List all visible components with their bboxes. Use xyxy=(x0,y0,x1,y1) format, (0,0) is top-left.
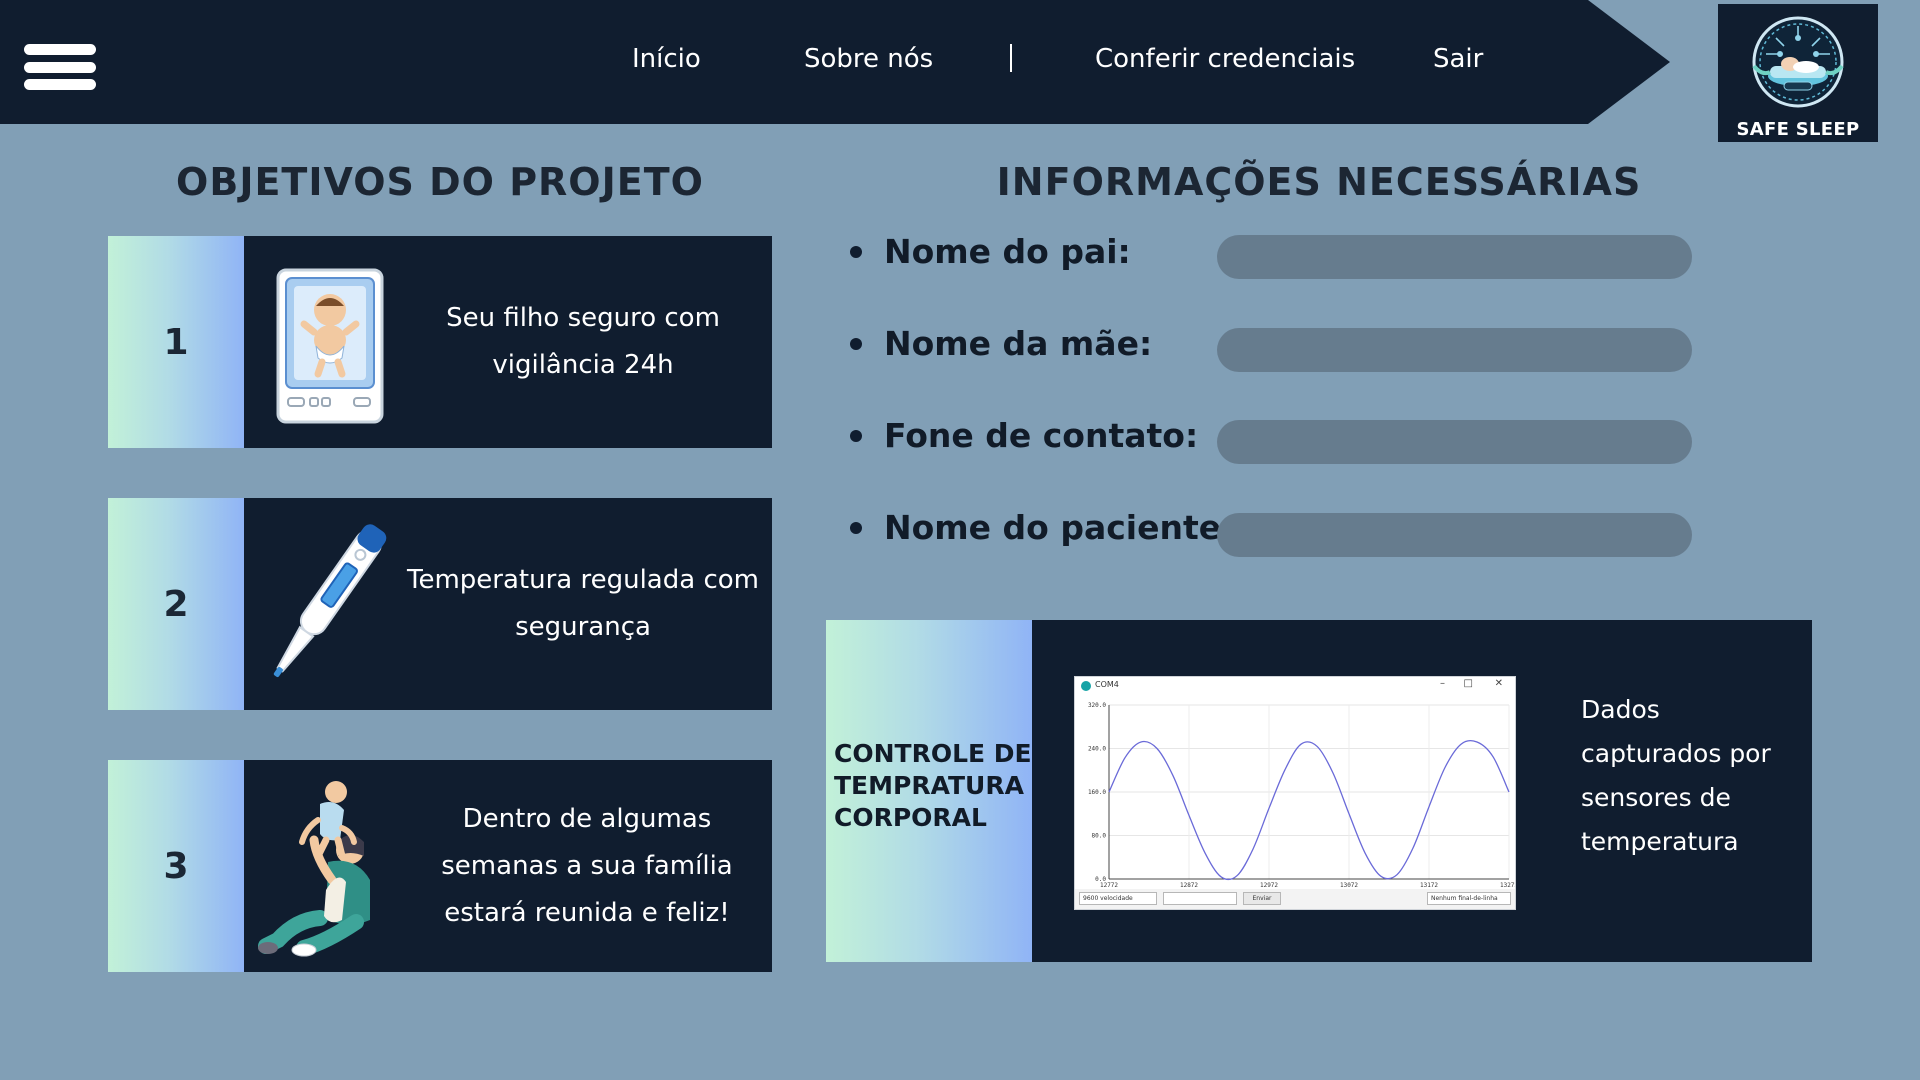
temperature-card: CONTROLE DE TEMPRATURA CORPORAL COM4 – □… xyxy=(826,620,1812,962)
x-tick-label: 13172 xyxy=(1420,882,1438,889)
label-nome-mae: Nome da mãe: xyxy=(884,324,1153,363)
plot-area: 320.0 240.0 160.0 80.0 0.0 12772 12872 12972 130… xyxy=(1075,697,1518,891)
window-title-bar: COM4 – □ ✕ xyxy=(1075,677,1515,695)
maximize-icon[interactable]: □ xyxy=(1464,678,1473,689)
x-tick-label: 13272 xyxy=(1500,882,1515,889)
objective-number-panel: 3 xyxy=(108,760,244,972)
input-nome-paciente[interactable] xyxy=(1217,513,1692,557)
label-nome-pai: Nome do pai: xyxy=(884,232,1131,271)
input-nome-mae[interactable] xyxy=(1217,328,1692,372)
objective-number: 2 xyxy=(163,583,189,625)
serial-input[interactable] xyxy=(1163,892,1237,905)
x-tick-label: 12772 xyxy=(1100,882,1118,889)
logo-text: SAFE SLEEP xyxy=(1736,119,1860,140)
nav-link-sobre-nos[interactable]: Sobre nós xyxy=(804,44,933,74)
nav-link-conferir-credenciais[interactable]: Conferir credenciais xyxy=(1095,44,1355,74)
input-fone[interactable] xyxy=(1217,420,1692,464)
x-tick-label: 12972 xyxy=(1260,882,1278,889)
y-tick-label: 320.0 xyxy=(1088,702,1106,709)
serial-plotter-window: COM4 – □ ✕ 320.0 240.0 160.0 80.0 0.0 12772 12… xyxy=(1074,676,1518,910)
label-fone: Fone de contato: xyxy=(884,416,1199,455)
baby-incubator-icon xyxy=(256,246,396,438)
temperature-description: Dados capturados por sensores de tempera… xyxy=(1581,695,1771,856)
objective-number: 1 xyxy=(163,321,189,363)
label-nome-paciente: Nome do paciente: xyxy=(884,508,1235,547)
hamburger-menu-icon[interactable] xyxy=(24,44,96,90)
bullet xyxy=(850,430,862,442)
safe-sleep-logo-icon xyxy=(1752,16,1844,108)
close-icon[interactable]: ✕ xyxy=(1495,678,1503,689)
nav-link-inicio[interactable]: Início xyxy=(632,44,701,74)
top-navbar: Início Sobre nós Conferir credenciais Sa… xyxy=(0,0,1670,124)
objective-card-2: 2 Temperatura regulada com segurança xyxy=(108,498,772,710)
bullet xyxy=(850,338,862,350)
family-playing-icon xyxy=(246,770,406,962)
y-tick-label: 160.0 xyxy=(1088,789,1106,796)
arduino-app-icon xyxy=(1081,681,1091,691)
bullet xyxy=(850,522,862,534)
temperature-title: CONTROLE DE TEMPRATURA CORPORAL xyxy=(834,739,1032,832)
baud-rate-select[interactable]: 9600 velocidade xyxy=(1079,892,1157,905)
line-ending-select[interactable]: Nenhum final-de-linha xyxy=(1427,892,1511,905)
plotter-control-bar: 9600 velocidade Enviar Nenhum final-de-l… xyxy=(1075,889,1515,909)
y-tick-label: 80.0 xyxy=(1092,833,1107,840)
safe-sleep-logo[interactable]: SAFE SLEEP xyxy=(1718,4,1878,142)
input-nome-pai[interactable] xyxy=(1217,235,1692,279)
minimize-icon[interactable]: – xyxy=(1440,678,1445,689)
window-title: COM4 xyxy=(1095,680,1119,689)
send-button[interactable]: Enviar xyxy=(1243,892,1281,905)
y-tick-label: 240.0 xyxy=(1088,746,1106,753)
temperature-series-line xyxy=(1108,739,1510,881)
thermometer-icon xyxy=(256,508,396,700)
nav-separator xyxy=(1010,44,1012,72)
objective-text: Seu filho seguro com vigilância 24h xyxy=(446,303,720,380)
objectives-title: OBJETIVOS DO PROJETO xyxy=(176,160,704,204)
x-tick-label: 13072 xyxy=(1340,882,1358,889)
objective-card-3: 3 Dentro de algumas semanas a sua famíli… xyxy=(108,760,772,972)
temperature-panel: CONTROLE DE TEMPRATURA CORPORAL xyxy=(826,620,1032,962)
objective-number: 3 xyxy=(163,845,189,887)
objective-text: Dentro de algumas semanas a sua família … xyxy=(441,803,733,928)
info-title: INFORMAÇÕES NECESSÁRIAS xyxy=(996,160,1642,204)
bullet xyxy=(850,246,862,258)
nav-link-sair[interactable]: Sair xyxy=(1433,44,1483,74)
temperature-line-chart: 320.0240.0160.080.00.012772 12872 12972 130… xyxy=(1088,702,1518,889)
objective-number-panel: 1 xyxy=(108,236,244,448)
objective-number-panel: 2 xyxy=(108,498,244,710)
objective-text: Temperatura regulada com segurança xyxy=(407,565,759,642)
objective-card-1: 1 Seu filho seguro com vigilância 24h xyxy=(108,236,772,448)
x-tick-label: 12872 xyxy=(1180,882,1198,889)
